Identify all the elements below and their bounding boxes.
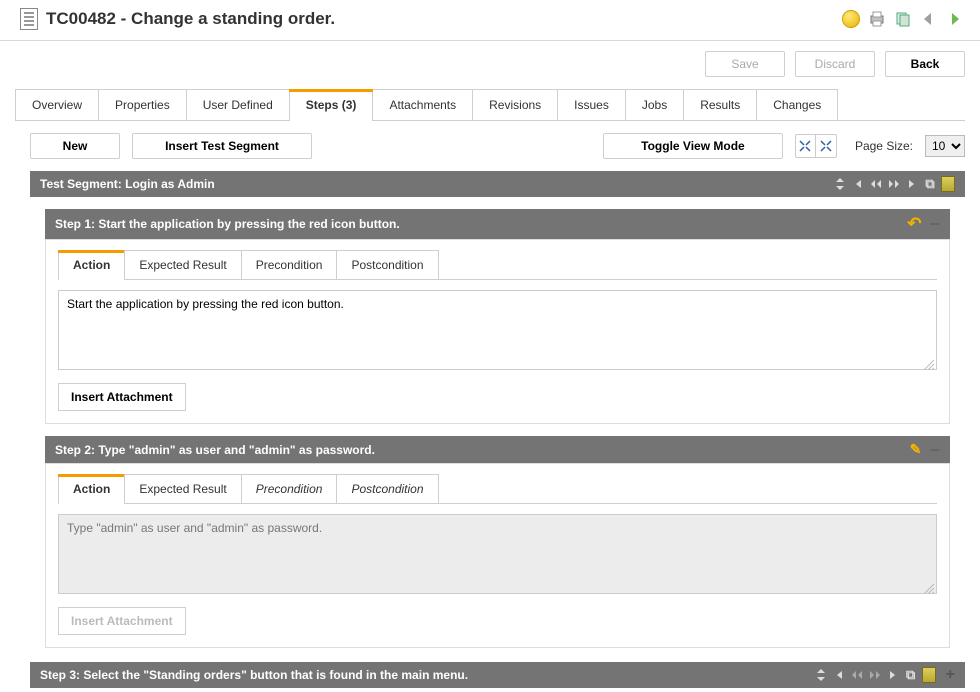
resize-handle-icon <box>924 360 934 370</box>
duplicate-icon[interactable] <box>893 9 913 29</box>
toggle-view-mode-button[interactable]: Toggle View Mode <box>603 133 783 159</box>
step-2-header: Step 2: Type "admin" as user and "admin"… <box>45 436 950 463</box>
steps-toolbar: New Insert Test Segment Toggle View Mode… <box>0 121 980 167</box>
prev-icon[interactable] <box>850 668 864 682</box>
tab-user-defined[interactable]: User Defined <box>186 89 290 120</box>
new-button[interactable]: New <box>30 133 120 159</box>
step-3-header: Step 3: Select the "Standing orders" but… <box>30 662 965 688</box>
page-size-select[interactable]: 10 <box>925 135 965 157</box>
step-2-tab-precondition[interactable]: Precondition <box>241 474 338 503</box>
discard-button[interactable]: Discard <box>795 51 875 77</box>
revert-icon[interactable]: ↶ <box>907 214 921 234</box>
page-size-label: Page Size: <box>855 139 913 153</box>
step-3-label: Step 3: Select the "Standing orders" but… <box>40 668 814 682</box>
step-2-tab-postcondition[interactable]: Postcondition <box>336 474 438 503</box>
step-2-action-input: Type "admin" as user and "admin" as pass… <box>58 514 937 594</box>
main-tabs: Overview Properties User Defined Steps (… <box>15 89 965 121</box>
view-size-icons <box>795 134 837 158</box>
insert-attachment-button: Insert Attachment <box>58 607 186 635</box>
action-bar: Save Discard Back <box>0 41 980 89</box>
resize-handle-icon <box>924 584 934 594</box>
copy-step-icon[interactable]: ⧉ <box>904 668 918 682</box>
page-header: TC00482 - Change a standing order. <box>0 0 980 41</box>
next-icon[interactable] <box>887 177 901 191</box>
step-1-tab-expected[interactable]: Expected Result <box>124 250 241 279</box>
save-button[interactable]: Save <box>705 51 785 77</box>
insert-test-segment-button[interactable]: Insert Test Segment <box>132 133 312 159</box>
expand-icon[interactable]: + <box>946 670 955 680</box>
step-1-tab-precondition[interactable]: Precondition <box>241 250 338 279</box>
step-1-header: Step 1: Start the application by pressin… <box>45 209 950 239</box>
delete-segment-icon[interactable] <box>941 176 955 192</box>
expand-all-icon[interactable] <box>816 135 836 157</box>
step-2-body: Action Expected Result Precondition Post… <box>45 463 950 648</box>
collapse-icon[interactable]: − <box>929 445 940 455</box>
document-icon <box>20 8 38 30</box>
first-icon[interactable] <box>851 177 865 191</box>
nav-forward-icon[interactable] <box>945 9 965 29</box>
step-1-tabs: Action Expected Result Precondition Post… <box>58 250 937 280</box>
step-1-tab-postcondition[interactable]: Postcondition <box>336 250 438 279</box>
insert-attachment-button[interactable]: Insert Attachment <box>58 383 186 411</box>
last-icon[interactable] <box>886 668 900 682</box>
tab-properties[interactable]: Properties <box>98 89 187 120</box>
tab-steps[interactable]: Steps (3) <box>289 89 374 120</box>
collapse-all-icon[interactable] <box>796 135 816 157</box>
print-icon[interactable] <box>867 9 887 29</box>
tab-results[interactable]: Results <box>683 89 757 120</box>
step-1-label: Step 1: Start the application by pressin… <box>55 217 907 231</box>
nav-back-icon[interactable] <box>919 9 939 29</box>
status-orb-icon[interactable] <box>841 9 861 29</box>
tab-attachments[interactable]: Attachments <box>372 89 473 120</box>
tab-revisions[interactable]: Revisions <box>472 89 558 120</box>
header-toolbar <box>841 9 965 29</box>
page-title: TC00482 - Change a standing order. <box>46 9 335 29</box>
prev-icon[interactable] <box>869 177 883 191</box>
test-segment-header: Test Segment: Login as Admin ⧉ <box>30 171 965 197</box>
step-1-action-input[interactable]: Start the application by pressing the re… <box>58 290 937 370</box>
step-2-tab-expected[interactable]: Expected Result <box>124 474 241 503</box>
step-2-tabs: Action Expected Result Precondition Post… <box>58 474 937 504</box>
next-icon[interactable] <box>868 668 882 682</box>
tab-overview[interactable]: Overview <box>15 89 99 120</box>
back-button[interactable]: Back <box>885 51 965 77</box>
sort-icon[interactable] <box>833 177 847 191</box>
copy-segment-icon[interactable]: ⧉ <box>923 177 937 191</box>
tab-jobs[interactable]: Jobs <box>625 89 684 120</box>
collapse-icon[interactable]: − <box>929 219 940 229</box>
first-icon[interactable] <box>832 668 846 682</box>
edit-icon[interactable]: ✎ <box>910 441 922 458</box>
step-2-tab-action[interactable]: Action <box>58 474 125 503</box>
step-2-label: Step 2: Type "admin" as user and "admin"… <box>55 443 910 457</box>
tab-changes[interactable]: Changes <box>756 89 838 120</box>
sort-icon[interactable] <box>814 668 828 682</box>
step-1-tab-action[interactable]: Action <box>58 250 125 279</box>
delete-step-icon[interactable] <box>922 667 936 683</box>
step-1-body: Action Expected Result Precondition Post… <box>45 239 950 424</box>
test-segment-label: Test Segment: Login as Admin <box>40 177 833 191</box>
last-icon[interactable] <box>905 177 919 191</box>
tab-issues[interactable]: Issues <box>557 89 626 120</box>
